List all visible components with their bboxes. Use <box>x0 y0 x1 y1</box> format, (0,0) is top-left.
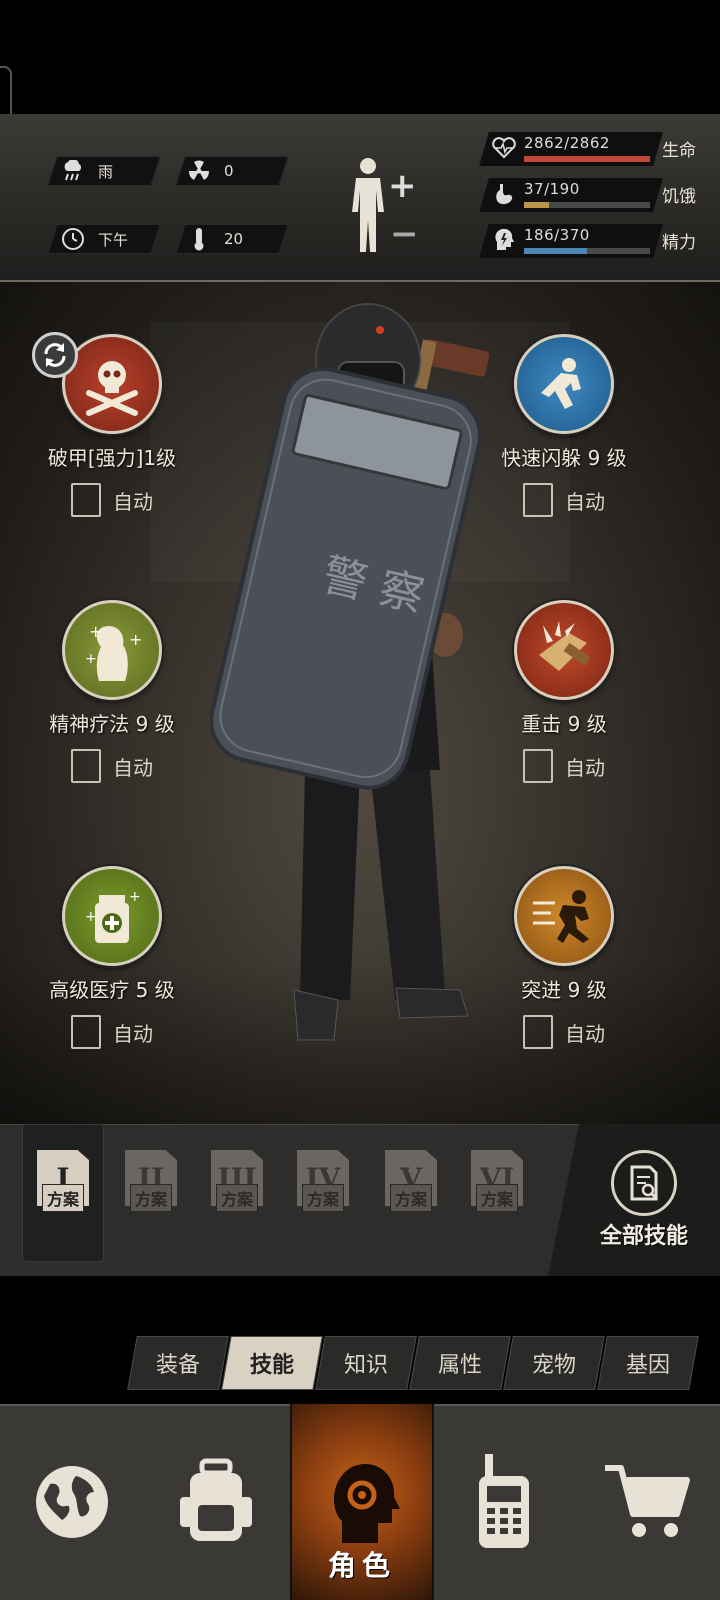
zoom-in-icon[interactable]: + <box>388 166 417 206</box>
auto-label: 自动 <box>113 1021 153 1046</box>
stomach-icon <box>492 182 516 206</box>
skill-slot-3[interactable]: + + + 精神疗法 9 级 自动 <box>22 600 202 783</box>
nav-radio[interactable] <box>432 1404 576 1600</box>
plan-6-button[interactable]: VI 方案 <box>468 1150 526 1230</box>
health-stat: 2862/2862 生命 <box>479 130 708 168</box>
zoom-out-icon[interactable]: − <box>390 214 419 254</box>
auto-label: 自动 <box>113 755 153 780</box>
document-search-icon <box>611 1150 677 1216</box>
tab-equipment[interactable]: 装备 <box>127 1336 229 1390</box>
plan-4-button[interactable]: IV 方案 <box>294 1150 352 1230</box>
skill-slot-5[interactable]: + + 高级医疗 5 级 自动 <box>22 866 202 1049</box>
auto-checkbox[interactable] <box>71 483 101 517</box>
plan-label: 方案 <box>301 1184 344 1212</box>
temperature-indicator: 20 <box>186 224 243 254</box>
health-label: 生命 <box>662 141 696 161</box>
plan-label: 方案 <box>475 1184 518 1212</box>
auto-checkbox[interactable] <box>71 1015 101 1049</box>
nav-map[interactable] <box>0 1404 144 1600</box>
dodge-icon[interactable] <box>514 334 614 434</box>
nav-backpack[interactable] <box>144 1404 288 1600</box>
svg-text:+: + <box>89 622 102 641</box>
auto-label: 自动 <box>565 755 605 780</box>
tab-genes[interactable]: 基因 <box>597 1336 699 1390</box>
nav-character-label: 角色 <box>327 1549 396 1582</box>
energy-bar-fill <box>524 248 588 254</box>
time-text: 下午 <box>98 230 129 249</box>
tab-skills[interactable]: 技能 <box>221 1336 323 1390</box>
auto-checkbox[interactable] <box>71 749 101 783</box>
medical-kit-icon[interactable]: + + <box>62 866 162 966</box>
backpack-icon <box>180 1458 252 1541</box>
svg-text:+: + <box>129 889 141 905</box>
auto-label: 自动 <box>113 489 153 514</box>
tab-attributes[interactable]: 属性 <box>409 1336 511 1390</box>
tab-pets[interactable]: 宠物 <box>503 1336 605 1390</box>
globe-icon <box>36 1466 108 1538</box>
heavy-strike-icon[interactable] <box>514 600 614 700</box>
auto-checkbox[interactable] <box>523 1015 553 1049</box>
energy-label: 精力 <box>662 233 696 253</box>
temperature-value: 20 <box>224 230 244 248</box>
all-skills-label: 全部技能 <box>599 1224 688 1249</box>
radiation-value: 0 <box>224 162 234 180</box>
skill-name: 突进 9 级 <box>521 978 607 1002</box>
shopping-cart-icon <box>605 1465 690 1537</box>
skill-slot-6[interactable]: 突进 9 级 自动 <box>474 866 654 1049</box>
hunger-stat: 37/190 饥饿 <box>479 176 708 214</box>
charge-icon[interactable] <box>514 866 614 966</box>
clock-icon <box>60 226 86 252</box>
skill-name: 破甲[强力]1级 <box>47 446 177 470</box>
head-gear-icon <box>333 1463 400 1543</box>
radiation-indicator: 0 <box>186 156 234 186</box>
svg-text:+: + <box>129 630 142 649</box>
heart-pulse-icon <box>492 136 516 160</box>
swap-skills-icon[interactable] <box>32 332 78 378</box>
plan-3-button[interactable]: III 方案 <box>208 1150 266 1230</box>
head-bolt-icon <box>492 228 516 252</box>
plan-label: 方案 <box>389 1184 432 1212</box>
energy-stat: 186/370 精力 <box>479 222 708 260</box>
skill-name: 高级医疗 5 级 <box>49 978 175 1002</box>
auto-checkbox[interactable] <box>523 749 553 783</box>
skill-name: 重击 9 级 <box>521 712 607 736</box>
nav-shop[interactable] <box>576 1404 720 1600</box>
thermometer-icon <box>186 226 212 252</box>
health-value: 2862/2862 <box>524 134 610 152</box>
energy-value: 186/370 <box>524 226 590 244</box>
skill-slot-2[interactable]: 快速闪躲 9 级 自动 <box>474 334 654 517</box>
skill-name: 快速闪躲 9 级 <box>501 446 627 470</box>
weather-text: 雨 <box>98 162 114 181</box>
radiation-icon <box>186 158 212 184</box>
nav-character[interactable]: 角色 <box>290 1404 434 1600</box>
top-black-area <box>0 0 720 114</box>
auto-checkbox[interactable] <box>523 483 553 517</box>
rain-cloud-icon <box>60 158 86 184</box>
svg-text:+: + <box>85 909 97 925</box>
plan-5-button[interactable]: V 方案 <box>382 1150 440 1230</box>
character-figure[interactable]: 警 察 <box>210 300 500 1070</box>
svg-text:+: + <box>85 651 97 667</box>
hunger-value: 37/190 <box>524 180 580 198</box>
auto-label: 自动 <box>565 1021 605 1046</box>
plan-1-button[interactable]: I 方案 <box>34 1150 92 1230</box>
hunger-bar-fill <box>524 202 549 208</box>
skill-name: 精神疗法 9 级 <box>49 712 175 736</box>
plan-label: 方案 <box>129 1184 172 1212</box>
walkie-talkie-icon <box>479 1454 529 1548</box>
plan-label: 方案 <box>41 1184 84 1212</box>
weather-indicator: 雨 <box>60 156 113 186</box>
auto-label: 自动 <box>565 489 605 514</box>
skill-slot-4[interactable]: 重击 9 级 自动 <box>474 600 654 783</box>
hunger-label: 饥饿 <box>662 187 696 207</box>
tab-knowledge[interactable]: 知识 <box>315 1336 417 1390</box>
time-indicator: 下午 <box>60 224 128 254</box>
plan-2-button[interactable]: II 方案 <box>122 1150 180 1230</box>
plan-label: 方案 <box>215 1184 258 1212</box>
character-tabs: 装备 技能 知识 属性 宠物 基因 <box>127 1336 699 1390</box>
mental-therapy-icon[interactable]: + + + <box>62 600 162 700</box>
health-bar-fill <box>524 156 650 162</box>
